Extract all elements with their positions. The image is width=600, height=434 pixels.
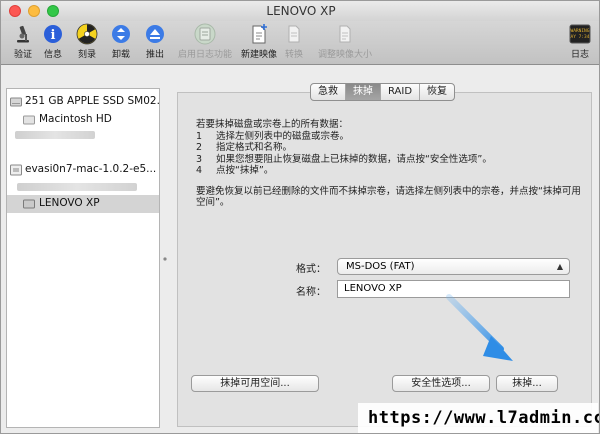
tab-restore[interactable]: 恢复 bbox=[420, 84, 454, 100]
tab-raid[interactable]: RAID bbox=[381, 84, 421, 100]
tab-erase[interactable]: 抹掉 bbox=[346, 84, 381, 100]
watermark-text: https://www.l7admin.cc bbox=[358, 403, 599, 433]
annotation-arrow bbox=[446, 294, 513, 361]
disk-utility-window: LENOVO XP 验证 i 信息 刻录 卸载 推出 启用日志功能 新建映像 转… bbox=[0, 0, 600, 434]
tab-first-aid[interactable]: 急救 bbox=[311, 84, 346, 100]
tab-bar: 急救 抹掉 RAID 恢复 bbox=[310, 83, 456, 101]
